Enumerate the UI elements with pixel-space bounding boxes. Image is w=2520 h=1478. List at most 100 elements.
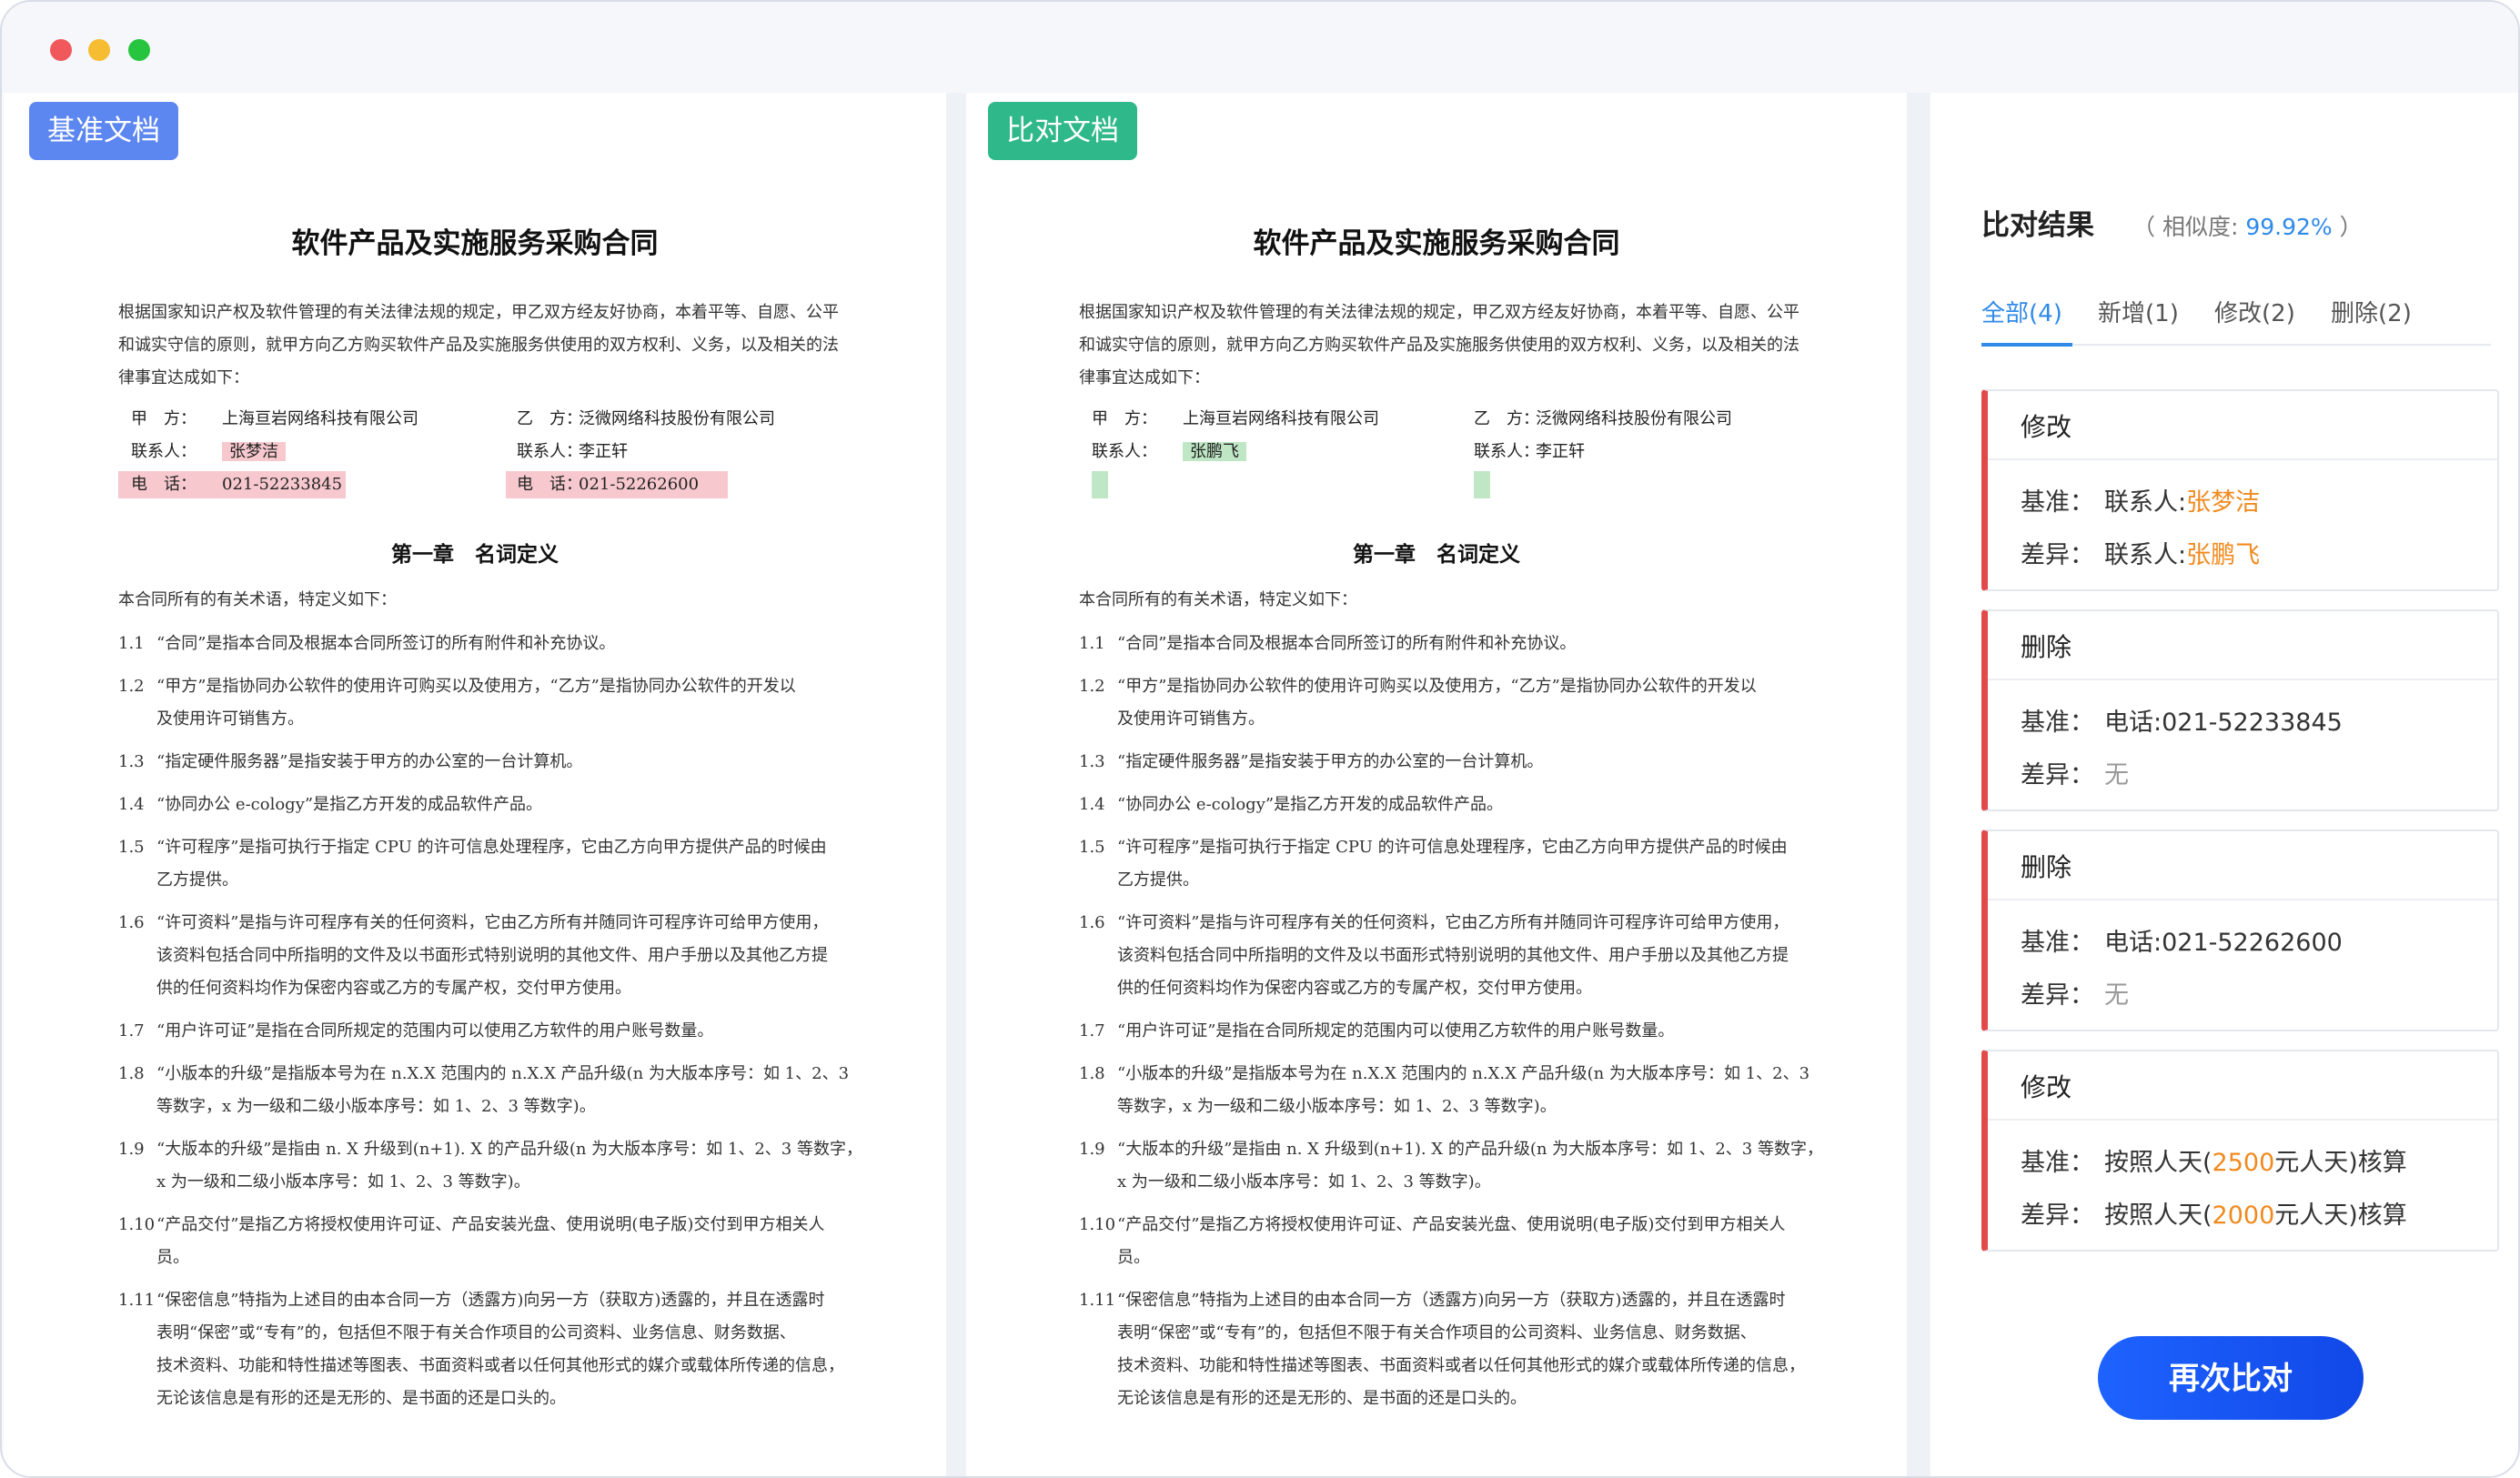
compare-document-pane[interactable]: 比对文档 软件产品及实施服务采购合同 根据国家知识产权及软件管理的有关法律法规的… xyxy=(966,93,1907,1476)
clause-text: “指定硬件服务器”是指安装于甲方的办公室的一台计算机。 xyxy=(156,752,583,771)
minimize-window-button[interactable] xyxy=(88,39,110,61)
removed-line-marker xyxy=(1092,471,1108,498)
recompare-button[interactable]: 再次比对 xyxy=(2098,1336,2364,1420)
diff-type: 修改 xyxy=(2021,412,2072,442)
compare-document-tag: 比对文档 xyxy=(988,102,1137,160)
clause-item: 1.1 “合同”是指本合同及根据本合同所签订的所有附件和补充协议。 xyxy=(118,628,882,660)
clause-number: 1.11 xyxy=(1079,1291,1116,1310)
clause-number: 1.7 xyxy=(118,1021,145,1041)
diff-row: 差异：无 xyxy=(2021,761,2129,789)
definitions-intro: 本合同所有的有关术语，特定义如下： xyxy=(1079,590,1357,609)
changed-contact-highlight: 张鹏飞 xyxy=(1183,442,1246,461)
diff-type: 删除 xyxy=(2021,852,2072,882)
app-window: 基准文档 软件产品及实施服务采购合同 根据国家知识产权及软件管理的有关法律法规的… xyxy=(0,0,2520,1478)
base-row: 基准： 电话:021-52233845 xyxy=(2021,709,2343,737)
card-divider xyxy=(1988,679,2497,680)
diff-card[interactable]: 修改 基准： 按照人天(2500元人天)核算 差异： 按照人天(2000元人天)核算 xyxy=(1981,1050,2499,1252)
clause-text: “甲方”是指协同办公软件的使用许可购买以及使用方，“乙方”是指协同办公软件的开发… xyxy=(156,677,796,729)
similarity-value: 99.92% xyxy=(2245,214,2333,240)
party-a-line: 甲 方： 上海亘岩网络科技有限公司 xyxy=(1092,409,1379,428)
clause-item: 1.11 “保密信息”特指为上述目的由本合同一方（透露方)向另一方（获取方)透露的… xyxy=(1079,1284,1843,1415)
clause-number: 1.10 xyxy=(118,1215,156,1234)
clause-number: 1.2 xyxy=(1079,677,1105,696)
clause-text: “保密信息”特指为上述目的由本合同一方（透露方)向另一方（获取方)透露的，并且在… xyxy=(156,1291,844,1408)
card-divider xyxy=(1988,458,2497,460)
close-window-button[interactable] xyxy=(50,39,72,61)
clause-item: 1.3 “指定硬件服务器”是指安装于甲方的办公室的一台计算机。 xyxy=(1079,746,1843,779)
party-b-contact: 联系人：李正轩 xyxy=(517,442,628,461)
maximize-window-button[interactable] xyxy=(128,39,150,61)
chapter-heading: 第一章 名词定义 xyxy=(1353,542,1520,567)
clause-text: “许可资料”是指与许可程序有关的任何资料，它由乙方所有并随同许可程序许可给甲方使… xyxy=(1117,913,1789,998)
clause-text: “产品交付”是指乙方将授权使用许可证、产品安装光盘、使用说明(电子版)交付到甲方… xyxy=(1117,1215,1786,1267)
intro-paragraph: 根据国家知识产权及软件管理的有关法律法规的规定，甲乙双方经友好协商，本着平等、自… xyxy=(118,303,839,387)
clause-item: 1.3 “指定硬件服务器”是指安装于甲方的办公室的一台计算机。 xyxy=(118,746,882,779)
party-a-contact: 联系人： 张鹏飞 xyxy=(1092,438,1246,466)
clause-text: “小版本的升级”是指版本号为在 n.X.X 范围内的 n.X.X 产品升级(n … xyxy=(1117,1064,1810,1116)
title-bar xyxy=(2,2,2518,93)
tab-added[interactable]: 新增(1) xyxy=(2098,295,2179,328)
results-title: 比对结果 xyxy=(1981,209,2094,242)
clause-number: 1.8 xyxy=(118,1064,145,1083)
clause-text: “用户许可证”是指在合同所规定的范围内可以使用乙方软件的用户账号数量。 xyxy=(156,1021,714,1041)
tab-deleted[interactable]: 删除(2) xyxy=(2331,295,2412,328)
clause-text: “大版本的升级”是指由 n. X 升级到(n+1). X 的产品升级(n 为大版… xyxy=(1117,1140,1823,1191)
clause-item: 1.4 “协同办公 e-cology”是指乙方开发的成品软件产品。 xyxy=(118,789,882,821)
clause-item: 1.10 “产品交付”是指乙方将授权使用许可证、产品安装光盘、使用说明(电子版)交… xyxy=(118,1209,882,1274)
clause-item: 1.10 “产品交付”是指乙方将授权使用许可证、产品安装光盘、使用说明(电子版)交… xyxy=(1079,1209,1843,1274)
card-divider xyxy=(1988,1119,2497,1121)
document-title: 软件产品及实施服务采购合同 xyxy=(291,227,659,260)
pane-divider[interactable] xyxy=(1907,93,1930,1476)
base-document-tag: 基准文档 xyxy=(29,102,178,160)
tab-all[interactable]: 全部(4) xyxy=(1981,295,2062,328)
clause-text: “大版本的升级”是指由 n. X 升级到(n+1). X 的产品升级(n 为大版… xyxy=(156,1140,862,1191)
clause-number: 1.3 xyxy=(1079,752,1105,771)
clause-number: 1.4 xyxy=(1079,795,1105,814)
diff-card[interactable]: 删除 基准： 电话:021-52233845 差异：无 xyxy=(1981,609,2499,811)
clause-text: “协同办公 e-cology”是指乙方开发的成品软件产品。 xyxy=(1117,795,1504,814)
clause-item: 1.11 “保密信息”特指为上述目的由本合同一方（透露方)向另一方（获取方)透露的… xyxy=(118,1284,882,1415)
base-row: 基准： 联系人:张梦洁 xyxy=(2021,488,2261,517)
clause-item: 1.7 “用户许可证”是指在合同所规定的范围内可以使用乙方软件的用户账号数量。 xyxy=(1079,1015,1843,1048)
clause-item: 1.6 “许可资料”是指与许可程序有关的任何资料，它由乙方所有并随同许可程序许可给… xyxy=(118,907,882,1005)
clause-number: 1.6 xyxy=(118,913,145,932)
clause-text: “合同”是指本合同及根据本合同所签订的所有附件和补充协议。 xyxy=(1117,634,1577,653)
deleted-phone-highlight: 电 话：021-52262600 xyxy=(506,471,728,498)
clause-number: 1.5 xyxy=(118,838,145,857)
diff-card[interactable]: 修改 基准： 联系人:张梦洁 差异： 联系人:张鹏飞 xyxy=(1981,389,2499,591)
clause-text: “小版本的升级”是指版本号为在 n.X.X 范围内的 n.X.X 产品升级(n … xyxy=(156,1064,850,1116)
diff-type: 修改 xyxy=(2021,1072,2072,1102)
clause-item: 1.9 “大版本的升级”是指由 n. X 升级到(n+1). X 的产品升级(n … xyxy=(118,1133,882,1199)
deleted-contact-highlight: 张梦洁 xyxy=(222,442,286,461)
clause-text: “许可资料”是指与许可程序有关的任何资料，它由乙方所有并随同许可程序许可给甲方使… xyxy=(156,913,829,998)
clause-item: 1.8 “小版本的升级”是指版本号为在 n.X.X 范围内的 n.X.X 产品升级… xyxy=(1079,1058,1843,1123)
party-b-line: 乙 方：泛微网络科技股份有限公司 xyxy=(517,409,775,428)
clause-item: 1.7 “用户许可证”是指在合同所规定的范围内可以使用乙方软件的用户账号数量。 xyxy=(118,1015,882,1048)
clause-text: “许可程序”是指可执行于指定 CPU 的许可信息处理程序，它由乙方向甲方提供产品… xyxy=(1117,838,1788,890)
clause-number: 1.9 xyxy=(118,1140,145,1159)
clause-number: 1.1 xyxy=(1079,634,1105,653)
removed-line-marker xyxy=(1474,471,1490,498)
party-a-line: 甲 方： 上海亘岩网络科技有限公司 xyxy=(131,409,418,428)
clause-text: “保密信息”特指为上述目的由本合同一方（透露方)向另一方（获取方)透露的，并且在… xyxy=(1117,1291,1805,1408)
tab-modified[interactable]: 修改(2) xyxy=(2214,295,2295,328)
diff-card[interactable]: 删除 基准： 电话:021-52262600 差异：无 xyxy=(1981,829,2499,1031)
diff-type: 删除 xyxy=(2021,632,2072,662)
clause-text: “许可程序”是指可执行于指定 CPU 的许可信息处理程序，它由乙方向甲方提供产品… xyxy=(156,838,827,890)
clause-item: 1.2 “甲方”是指协同办公软件的使用许可购买以及使用方，“乙方”是指协同办公软件… xyxy=(1079,670,1843,736)
clause-item: 1.8 “小版本的升级”是指版本号为在 n.X.X 范围内的 n.X.X 产品升级… xyxy=(118,1058,882,1123)
clause-text: “协同办公 e-cology”是指乙方开发的成品软件产品。 xyxy=(156,795,543,814)
clause-number: 1.9 xyxy=(1079,1140,1105,1159)
card-divider xyxy=(1988,899,2497,900)
document-title: 软件产品及实施服务采购合同 xyxy=(1253,227,1620,260)
pane-divider[interactable] xyxy=(946,93,966,1476)
clause-number: 1.7 xyxy=(1079,1021,1105,1041)
clause-text: “产品交付”是指乙方将授权使用许可证、产品安装光盘、使用说明(电子版)交付到甲方… xyxy=(156,1215,825,1267)
clause-item: 1.5 “许可程序”是指可执行于指定 CPU 的许可信息处理程序，它由乙方向甲方提… xyxy=(1079,831,1843,897)
party-b-contact: 联系人：李正轩 xyxy=(1474,442,1585,461)
deleted-phone-highlight: 电 话： 021-52233845 xyxy=(118,471,346,498)
clause-text: “甲方”是指协同办公软件的使用许可购买以及使用方，“乙方”是指协同办公软件的开发… xyxy=(1117,677,1757,729)
clause-number: 1.4 xyxy=(118,795,145,814)
base-document-pane[interactable]: 基准文档 软件产品及实施服务采购合同 根据国家知识产权及软件管理的有关法律法规的… xyxy=(4,93,946,1476)
clause-item: 1.5 “许可程序”是指可执行于指定 CPU 的许可信息处理程序，它由乙方向甲方提… xyxy=(118,831,882,897)
